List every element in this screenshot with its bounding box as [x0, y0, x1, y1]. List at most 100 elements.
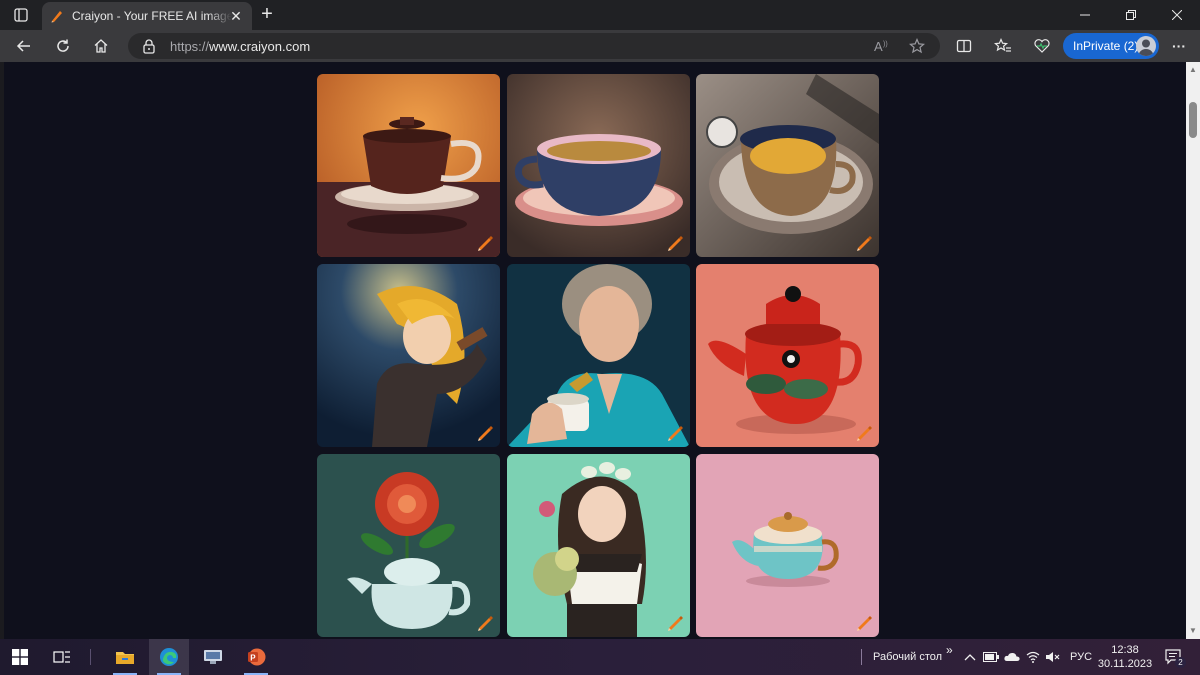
edit-pencil-icon[interactable] — [666, 233, 684, 251]
edit-pencil-icon[interactable] — [855, 613, 873, 631]
browser-essentials-button[interactable] — [1029, 34, 1055, 58]
gallery-image-9[interactable] — [696, 454, 879, 637]
remote-desktop-button[interactable] — [193, 639, 233, 675]
tab-title: Craiyon - Your FREE AI image generator — [72, 9, 232, 23]
windows-logo-icon — [12, 649, 28, 665]
desktop-toolbar-divider — [861, 649, 862, 665]
start-button[interactable] — [0, 639, 40, 675]
gallery-image-8[interactable] — [507, 454, 690, 637]
onedrive-tray-icon[interactable] — [1004, 649, 1020, 665]
battery-tray-icon[interactable] — [983, 649, 999, 665]
powerpoint-button[interactable]: P — [236, 639, 276, 675]
gallery-image-1[interactable] — [317, 74, 500, 257]
gallery-image-4[interactable] — [317, 264, 500, 447]
favorites-list-icon — [994, 38, 1011, 52]
anime-girl-yellow-hair-image — [317, 264, 500, 447]
toolbar-expand-chevron[interactable]: » — [946, 643, 953, 657]
scroll-up-arrow-icon[interactable]: ▲ — [1189, 66, 1197, 74]
clock-date: 30.11.2023 — [1097, 658, 1153, 670]
tab-actions-button[interactable] — [6, 4, 36, 26]
profile-icon — [1138, 39, 1154, 56]
speaker-muted-icon — [1046, 652, 1060, 662]
task-view-icon — [53, 651, 70, 663]
file-explorer-button[interactable] — [105, 639, 145, 675]
page-viewport: ▲ ▼ — [0, 62, 1200, 639]
tab-actions-icon — [14, 8, 28, 22]
folder-icon — [116, 652, 134, 664]
edit-pencil-icon[interactable] — [666, 423, 684, 441]
lock-icon — [143, 39, 155, 54]
notification-center-button[interactable]: 2 — [1164, 648, 1186, 668]
tab-close-button[interactable]: ✕ — [228, 8, 244, 24]
taskbar-divider — [90, 649, 91, 665]
gallery-image-2[interactable] — [507, 74, 690, 257]
split-screen-icon — [956, 39, 972, 53]
refresh-icon — [57, 39, 69, 52]
edit-pencil-icon[interactable] — [476, 233, 494, 251]
read-aloud-button[interactable]: A )) — [872, 37, 892, 55]
edge-icon — [160, 648, 178, 666]
url-host: www.craiyon.com — [209, 39, 311, 54]
browser-title-bar: Craiyon - Your FREE AI image generator ✕… — [0, 0, 1200, 30]
powerpoint-icon: P — [248, 648, 266, 666]
input-language-indicator[interactable]: РУС — [1070, 651, 1092, 663]
edit-pencil-icon[interactable] — [476, 423, 494, 441]
gallery-image-3[interactable] — [696, 74, 879, 257]
home-icon — [94, 39, 108, 53]
new-tab-button[interactable]: + — [256, 4, 278, 26]
scrollbar-thumb[interactable] — [1189, 102, 1197, 138]
restore-icon — [1126, 10, 1136, 20]
volume-tray-icon[interactable] — [1045, 649, 1061, 665]
edge-browser-button[interactable] — [149, 639, 189, 675]
task-view-button[interactable] — [42, 639, 82, 675]
gallery-image-5[interactable] — [507, 264, 690, 447]
red-teapot-with-leaves-image — [696, 264, 879, 447]
restore-button[interactable] — [1108, 0, 1154, 30]
close-icon — [1172, 10, 1182, 20]
url-text[interactable]: https://www.craiyon.com — [170, 39, 310, 54]
desktop-toolbar-label[interactable]: Рабочий стол — [873, 651, 942, 663]
edit-pencil-icon[interactable] — [476, 613, 494, 631]
teacup-on-saucer-silver-image — [696, 74, 879, 257]
browser-toolbar: https://www.craiyon.com A )) InPrivate (… — [0, 30, 1200, 62]
minimize-icon — [1080, 14, 1090, 16]
read-aloud-icon: A )) — [874, 39, 888, 54]
refresh-button[interactable] — [50, 34, 76, 58]
teapot-vase-with-flower-image — [317, 454, 500, 637]
url-scheme: https:// — [170, 39, 210, 54]
edit-pencil-icon[interactable] — [855, 233, 873, 251]
network-tray-icon[interactable] — [1025, 649, 1041, 665]
craiyon-favicon-icon — [51, 11, 62, 23]
address-bar[interactable]: https://www.craiyon.com A )) — [128, 33, 940, 59]
home-button[interactable] — [88, 34, 114, 58]
page-scrollbar[interactable]: ▲ ▼ — [1186, 62, 1200, 639]
minimize-button[interactable] — [1062, 0, 1108, 30]
settings-more-button[interactable]: ··· — [1166, 34, 1192, 58]
edit-pencil-icon[interactable] — [855, 423, 873, 441]
taskbar-clock[interactable]: 12:38 30.11.2023 — [1096, 643, 1154, 671]
teal-teapot-on-pink-image — [696, 454, 879, 637]
profile-avatar — [1136, 36, 1156, 56]
active-tab[interactable]: Craiyon - Your FREE AI image generator ✕ — [42, 2, 252, 30]
close-window-button[interactable] — [1154, 0, 1200, 30]
heart-pulse-icon — [1034, 39, 1050, 53]
clock-time: 12:38 — [1111, 644, 1139, 656]
svg-text:A: A — [874, 39, 883, 54]
split-screen-button[interactable] — [951, 34, 977, 58]
inprivate-button[interactable]: InPrivate (2) — [1063, 33, 1159, 59]
chevron-up-icon — [964, 654, 976, 661]
favorites-button[interactable] — [990, 34, 1016, 58]
show-hidden-icons-button[interactable] — [962, 649, 978, 665]
monitor-app-icon — [204, 650, 222, 664]
edit-pencil-icon[interactable] — [666, 613, 684, 631]
teacup-on-saucer-blue-image — [507, 74, 690, 257]
scroll-down-arrow-icon[interactable]: ▼ — [1189, 627, 1197, 635]
gallery-image-7[interactable] — [317, 454, 500, 637]
anime-girl-with-flowers-image — [507, 454, 690, 637]
gallery-image-6[interactable] — [696, 264, 879, 447]
back-button[interactable] — [11, 34, 37, 58]
favorite-star-button[interactable] — [907, 37, 927, 55]
back-arrow-icon — [16, 40, 30, 52]
battery-icon — [983, 652, 999, 662]
star-icon — [909, 38, 925, 54]
